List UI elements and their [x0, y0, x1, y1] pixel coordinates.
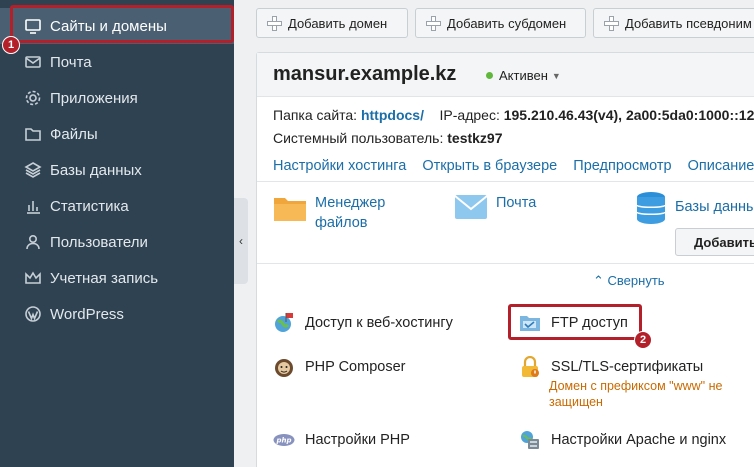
collapse-label: Свернуть	[607, 273, 665, 288]
divider	[257, 181, 754, 182]
svg-text:php: php	[275, 437, 291, 445]
wordpress-icon	[24, 305, 42, 323]
highlight-frame-sites	[10, 5, 234, 43]
description-link[interactable]: Описание	[688, 158, 754, 174]
folder-link[interactable]: httpdocs/	[361, 107, 424, 123]
databases-label: Базы данных	[675, 199, 754, 215]
sidebar-item-statistics[interactable]: Статистика	[0, 188, 234, 224]
add-alias-label: Добавить псевдоним	[625, 15, 752, 31]
preview-link[interactable]: Предпросмотр	[573, 158, 671, 174]
chevron-down-icon: ▼	[551, 70, 561, 81]
sidebar-item-label: Почта	[50, 53, 92, 71]
plus-icon	[426, 15, 441, 31]
database-icon	[636, 192, 666, 224]
chevron-up-icon: ⌃	[593, 273, 604, 288]
sidebar-item-databases[interactable]: Базы данных	[0, 152, 234, 188]
ip-value: 195.210.46.43(v4), 2a00:5da0:1000::12	[503, 107, 754, 123]
folder-icon	[274, 198, 306, 221]
add-database-button[interactable]: Добавить	[675, 228, 754, 256]
sidebar-item-label: WordPress	[50, 305, 124, 323]
file-manager-tool[interactable]: Менеджер файлов	[273, 193, 405, 233]
add-alias-button[interactable]: Добавить псевдоним	[593, 8, 754, 38]
ssl-warning-text: Домен с префиксом "www" не защищен	[549, 379, 723, 409]
callout-badge-2: 2	[634, 331, 652, 349]
sidebar-item-label: Файлы	[50, 125, 98, 143]
ssl-certificates-label: SSL/TLS-сертификаты	[551, 359, 704, 375]
php-composer-item[interactable]: PHP Composer	[273, 356, 405, 378]
system-user-label: Системный пользователь:	[273, 130, 444, 146]
sidebar-item-label: Учетная запись	[50, 269, 159, 287]
php-logo-icon: php	[273, 434, 295, 446]
hosting-settings-link[interactable]: Настройки хостинга	[273, 158, 406, 174]
add-subdomain-button[interactable]: Добавить субдомен	[415, 8, 586, 38]
apache-nginx-icon	[521, 431, 539, 449]
gear-icon	[24, 89, 42, 107]
chevron-left-icon: ‹	[239, 234, 243, 248]
sidebar-item-users[interactable]: Пользователи	[0, 224, 234, 260]
sidebar: Сайты и домены Почта Приложения Файлы Ба…	[0, 0, 234, 467]
open-in-browser-link[interactable]: Открыть в браузере	[422, 158, 557, 174]
domain-name[interactable]: mansur.example.kz	[273, 63, 456, 86]
web-hosting-access-label: Доступ к веб-хостингу	[305, 315, 453, 331]
collapse-link[interactable]: ⌃ Свернуть	[593, 273, 665, 289]
ip-label: IP-адрес:	[439, 107, 500, 123]
sidebar-item-label: Приложения	[50, 89, 138, 107]
site-info-line: Папка сайта: httpdocs/ IP-адрес: 195.210…	[273, 107, 754, 123]
sidebar-item-files[interactable]: Файлы	[0, 116, 234, 152]
sidebar-item-wordpress[interactable]: WordPress	[0, 296, 234, 332]
domain-card-header: mansur.example.kz Активен ▼	[257, 53, 754, 97]
ssl-certificates-item[interactable]: SSL/TLS-сертификаты	[519, 356, 703, 378]
file-manager-label: Менеджер файлов	[315, 195, 386, 231]
php-settings-label: Настройки PHP	[305, 432, 410, 448]
globe-flag-icon	[275, 313, 293, 332]
system-user-line: Системный пользователь: testkz97	[273, 130, 503, 146]
system-user-value: testkz97	[447, 130, 503, 146]
mail-label: Почта	[496, 195, 537, 211]
plus-icon	[267, 15, 282, 31]
divider	[257, 263, 754, 264]
add-domain-button[interactable]: Добавить домен	[256, 8, 408, 38]
callout-badge-1: 1	[2, 36, 20, 54]
sidebar-collapse-button[interactable]: ‹	[234, 198, 248, 284]
envelope-icon	[454, 195, 488, 219]
user-icon	[24, 233, 42, 251]
status-dot-icon	[486, 72, 493, 79]
status-dropdown[interactable]: Активен ▼	[486, 68, 561, 83]
status-label: Активен	[499, 68, 548, 83]
sidebar-item-label: Статистика	[50, 197, 129, 215]
sidebar-item-label: Пользователи	[50, 233, 148, 251]
folder-label: Папка сайта:	[273, 107, 358, 123]
web-hosting-access-item[interactable]: Доступ к веб-хостингу	[273, 312, 453, 334]
bar-chart-icon	[24, 197, 42, 215]
padlock-warning-icon	[522, 356, 539, 377]
composer-icon	[275, 359, 293, 377]
php-composer-label: PHP Composer	[305, 359, 406, 375]
add-domain-label: Добавить домен	[288, 15, 388, 31]
sidebar-item-label: Базы данных	[50, 161, 142, 179]
apache-nginx-settings-label: Настройки Apache и nginx	[551, 432, 727, 448]
databases-tool[interactable]: Базы данных	[635, 191, 754, 225]
sidebar-item-account[interactable]: Учетная запись	[0, 260, 234, 296]
database-icon	[24, 161, 42, 179]
domain-card: mansur.example.kz Активен ▼ Папка сайта:…	[256, 52, 754, 467]
folder-icon	[24, 125, 42, 143]
mail-icon	[24, 53, 42, 71]
apache-nginx-settings-item[interactable]: Настройки Apache и nginx	[519, 429, 726, 451]
mail-tool[interactable]: Почта	[454, 193, 536, 221]
plus-icon	[604, 15, 619, 31]
sidebar-item-applications[interactable]: Приложения	[0, 80, 234, 116]
php-settings-item[interactable]: php Настройки PHP	[273, 429, 410, 451]
crown-icon	[24, 269, 42, 287]
domain-links: Настройки хостинга Открыть в браузере Пр…	[273, 158, 754, 174]
highlight-frame-ftp	[508, 304, 642, 340]
sidebar-item-mail[interactable]: Почта	[0, 44, 234, 80]
add-subdomain-label: Добавить субдомен	[447, 15, 567, 31]
